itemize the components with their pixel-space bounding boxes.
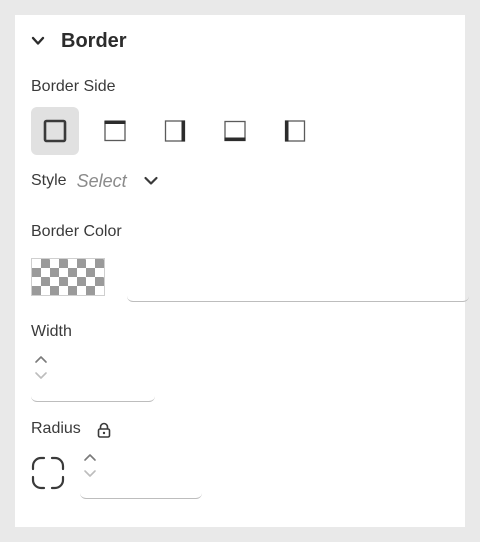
style-label: Style (31, 172, 67, 189)
radius-label: Radius (31, 420, 81, 437)
chevron-down-icon[interactable] (143, 173, 159, 189)
style-row: Style Select (31, 169, 159, 193)
border-side-left-button[interactable] (271, 107, 319, 155)
section-title: Border (61, 29, 127, 52)
style-select[interactable]: Select (77, 171, 127, 192)
border-right-icon (164, 120, 186, 142)
border-side-all-button[interactable] (31, 107, 79, 155)
corner-radius-icon (31, 456, 65, 490)
border-left-icon (284, 120, 306, 142)
border-bottom-icon (224, 120, 246, 142)
width-input[interactable] (31, 369, 155, 402)
width-label: Width (31, 323, 72, 340)
border-panel: Border Border Side Style Select Border C… (15, 15, 469, 527)
border-side-label: Border Side (31, 78, 116, 95)
border-all-icon (43, 119, 67, 143)
lock-icon[interactable] (96, 422, 112, 438)
border-side-right-button[interactable] (151, 107, 199, 155)
chevron-down-icon (31, 36, 45, 45)
section-header[interactable]: Border (31, 29, 127, 53)
chevron-up-icon[interactable] (83, 452, 97, 462)
border-side-bottom-button[interactable] (211, 107, 259, 155)
border-color-label: Border Color (31, 223, 122, 240)
chevron-up-icon[interactable] (34, 354, 48, 364)
border-color-input[interactable] (127, 265, 469, 302)
border-side-top-button[interactable] (91, 107, 139, 155)
border-top-icon (104, 120, 126, 142)
color-swatch[interactable] (31, 258, 105, 296)
radius-input[interactable] (80, 466, 202, 499)
